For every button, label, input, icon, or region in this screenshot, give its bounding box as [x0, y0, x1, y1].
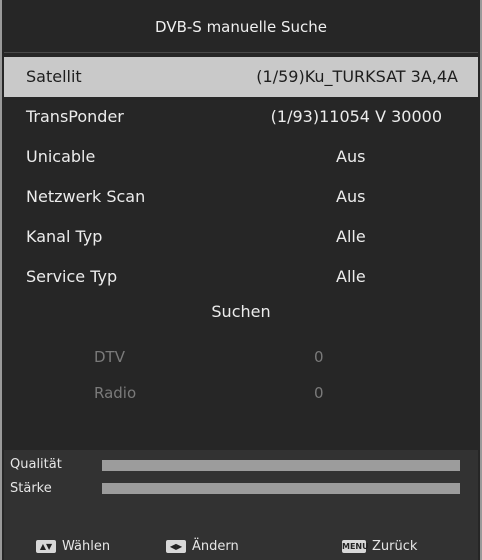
radio-count: 0	[314, 384, 324, 402]
menu-row-unicable[interactable]: Unicable Aus	[4, 137, 478, 177]
menu-row-label: Service Typ	[26, 267, 118, 286]
legend-select-label: Wählen	[62, 539, 111, 554]
legend-back-label: Zurück	[372, 539, 418, 554]
menu-row-label: TransPonder	[26, 107, 124, 126]
legend-select: ▲▼ Wählen	[36, 539, 110, 554]
menu-row-label: Netzwerk Scan	[26, 187, 146, 206]
menu-row-value: Aus	[336, 147, 366, 166]
menu-row-value: Aus	[336, 187, 366, 206]
menu-row-netzwerk-scan[interactable]: Netzwerk Scan Aus	[4, 177, 478, 217]
quality-label: Qualität	[10, 457, 62, 472]
menu-row-satellit[interactable]: Satellit (1/59)Ku_TURKSAT 3A,4A	[4, 57, 478, 97]
settings-menu: Satellit (1/59)Ku_TURKSAT 3A,4A TransPon…	[4, 57, 478, 297]
up-down-arrows-icon: ▲▼	[36, 540, 56, 553]
legend-change-label: Ändern	[192, 539, 239, 554]
left-right-arrows-icon: ◀▶	[166, 540, 186, 553]
strength-bar	[102, 483, 460, 494]
search-button[interactable]: Suchen	[2, 302, 480, 321]
menu-row-kanal-typ[interactable]: Kanal Typ Alle	[4, 217, 478, 257]
strength-label: Stärke	[10, 481, 52, 496]
menu-window: DVB-S manuelle Suche Satellit (1/59)Ku_T…	[0, 0, 482, 560]
menu-row-value: Alle	[336, 227, 366, 246]
page-title: DVB-S manuelle Suche	[155, 18, 327, 36]
menu-row-value: Alle	[336, 267, 366, 286]
menu-row-label: Satellit	[26, 67, 82, 86]
title-divider	[4, 52, 478, 53]
legend-back: MENU Zurück	[342, 539, 417, 554]
radio-label: Radio	[94, 384, 137, 402]
dtv-count: 0	[314, 348, 324, 366]
quality-bar	[102, 460, 460, 471]
menu-row-label: Unicable	[26, 147, 96, 166]
menu-row-transponder[interactable]: TransPonder (1/93)11054 V 30000	[4, 97, 478, 137]
menu-row-service-typ[interactable]: Service Typ Alle	[4, 257, 478, 297]
menu-row-value: (1/59)Ku_TURKSAT 3A,4A	[256, 67, 458, 86]
menu-row-label: Kanal Typ	[26, 227, 103, 246]
menu-key-icon: MENU	[342, 540, 369, 553]
legend-change: ◀▶ Ändern	[166, 539, 239, 554]
menu-row-value: (1/93)11054 V 30000	[270, 107, 442, 126]
dtv-label: DTV	[94, 348, 125, 366]
